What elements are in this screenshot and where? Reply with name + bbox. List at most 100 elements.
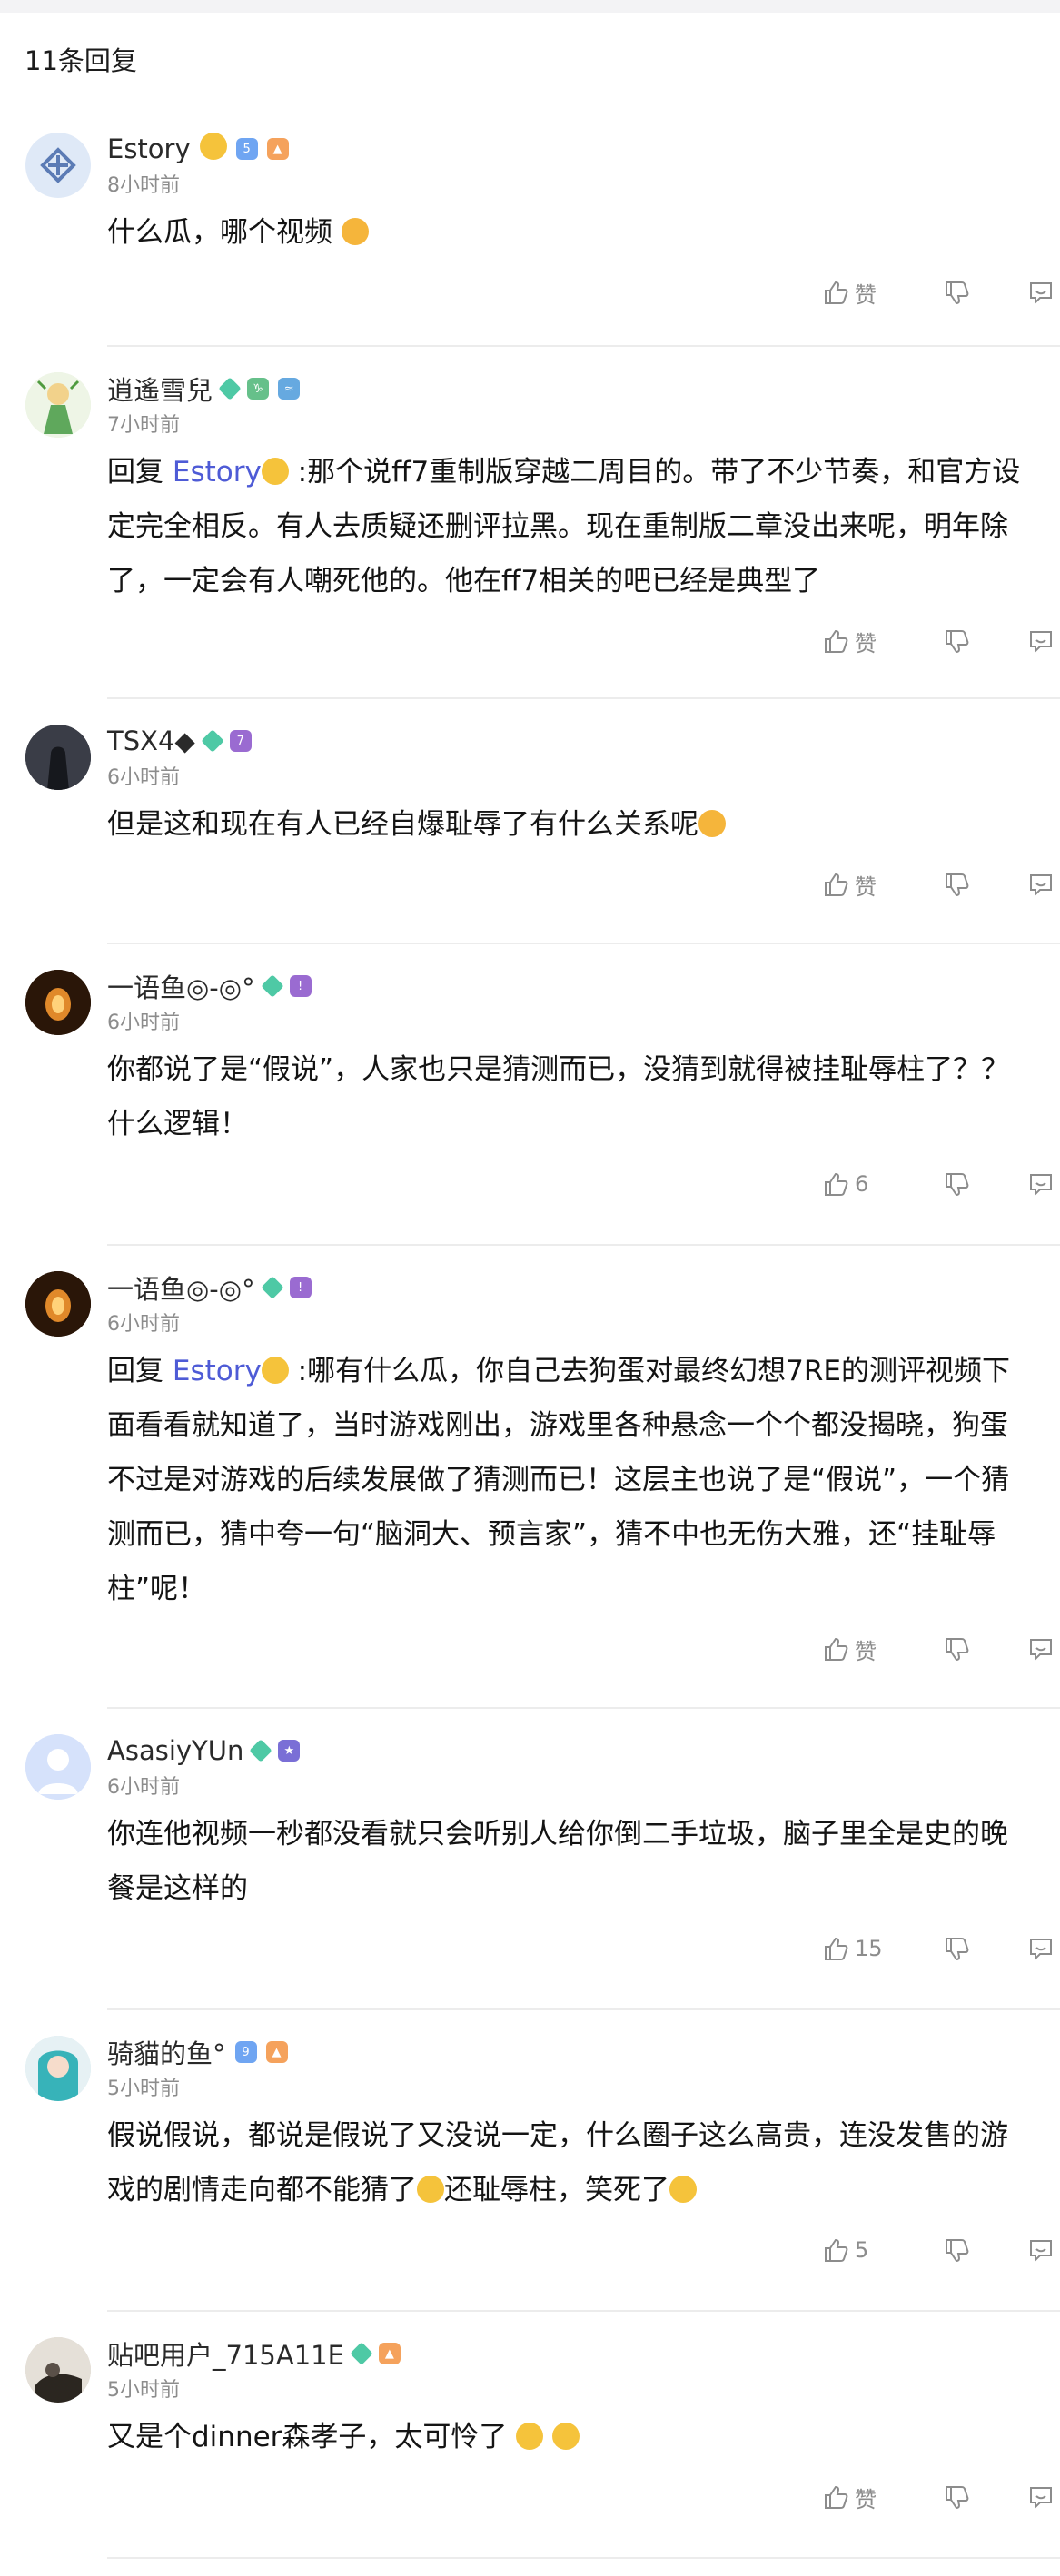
dislike-button[interactable] (913, 279, 1000, 306)
post-time: 6小时前 (107, 1313, 180, 1336)
laughing-emoji-icon (669, 2175, 697, 2203)
username[interactable]: AsasiyYUn (107, 1735, 243, 1766)
like-count: 5 (855, 2237, 869, 2263)
comment-bubble-icon (1030, 282, 1052, 305)
dislike-button[interactable] (913, 2236, 1000, 2264)
comment-text: 你连他视频一秒都没看就只会听别人给你倒二手垃圾，脑子里全是史的晚餐是这样的 (107, 1818, 1008, 1905)
username[interactable]: 贴吧用户_715A11E (107, 2334, 344, 2373)
like-count: 15 (855, 1936, 883, 1961)
like-button[interactable]: 15 (822, 1935, 913, 1962)
mention-link[interactable]: Estory (173, 456, 262, 489)
like-button[interactable]: 赞 (822, 2482, 913, 2513)
comment-actions: 赞 (107, 1616, 1060, 1682)
hexagon-badge-icon: 7 (229, 730, 252, 752)
comment-actions: 6 (107, 1151, 1060, 1217)
username[interactable]: 骑貓的鱼° (107, 2033, 226, 2071)
comment-item: 骑貓的鱼° 9 ▲ 5小时前 假说假说，都说是假说了又没说一定，什么圈子这么高贵… (25, 2010, 1060, 2312)
avatar[interactable] (25, 1734, 91, 1800)
post-time: 7小时前 (107, 414, 180, 437)
like-button[interactable]: 赞 (822, 626, 913, 657)
logo-avatar-icon (40, 147, 76, 183)
like-count: 赞 (855, 2486, 877, 2512)
thumbs-up-icon (825, 873, 848, 896)
like-button[interactable]: 赞 (822, 869, 913, 901)
post-time: 6小时前 (107, 1776, 180, 1799)
game-badge-icon: ▲ (266, 138, 289, 160)
thumbs-up-icon (825, 1172, 848, 1196)
reply-button[interactable] (1000, 871, 1060, 898)
dislike-button[interactable] (913, 2483, 1000, 2511)
reply-button[interactable] (1000, 2483, 1060, 2511)
thumbs-up-icon (825, 1637, 848, 1661)
diamond-badge-icon (350, 2342, 373, 2365)
default-user-avatar-icon (25, 1734, 91, 1800)
dislike-button[interactable] (913, 1935, 1000, 1962)
avatar[interactable] (25, 725, 91, 790)
smirk-emoji-icon (417, 2175, 444, 2203)
thumbs-down-icon (946, 281, 969, 305)
diamond-badge-icon (201, 729, 224, 753)
like-count: 赞 (855, 873, 877, 900)
dislike-button[interactable] (913, 1635, 1000, 1663)
level-badge-icon: 9 (234, 2041, 257, 2063)
reply-button[interactable] (1000, 627, 1060, 655)
anime-girl-avatar-icon (25, 2036, 91, 2101)
avatar[interactable] (25, 2036, 91, 2101)
thumbs-up-icon (825, 2238, 848, 2262)
post-time: 6小时前 (107, 1012, 180, 1034)
avatar[interactable] (25, 133, 91, 198)
dislike-button[interactable] (913, 627, 1000, 655)
like-button[interactable]: 赞 (822, 1633, 913, 1665)
anime-character-avatar-icon (25, 372, 91, 438)
comment-item: 一语鱼◎-◎° ! 6小时前 你都说了是“假说”，人家也只是猜测而已，没猜到就得… (25, 944, 1060, 1246)
reply-button[interactable] (1000, 279, 1060, 306)
comment-actions: 赞 (107, 260, 1060, 325)
avatar[interactable] (25, 2337, 91, 2403)
reply-button[interactable] (1000, 2236, 1060, 2264)
thumbs-up-icon (825, 1937, 848, 1960)
diamond-badge-icon (260, 974, 284, 998)
like-button[interactable]: 赞 (822, 277, 913, 309)
username[interactable]: 一语鱼◎-◎° (107, 1268, 255, 1307)
username[interactable]: Estory (107, 133, 191, 164)
sad-emoji-icon (552, 2422, 580, 2450)
username[interactable]: TSX4◆ (107, 725, 195, 756)
star-badge-icon: ★ (278, 1740, 301, 1762)
username[interactable]: 一语鱼◎-◎° (107, 967, 255, 1005)
post-time: 5小时前 (107, 2078, 180, 2100)
comment-text: 什么瓜，哪个视频 (107, 205, 1060, 260)
like-button[interactable]: 6 (822, 1170, 913, 1198)
comment-bubble-icon (1030, 1939, 1052, 1961)
mention-link[interactable]: Estory (173, 1355, 262, 1387)
zodiac-capricorn-icon: ♑ (247, 378, 270, 400)
thumbs-down-icon (946, 1173, 969, 1197)
comment-actions: 15 (107, 1916, 1060, 1981)
username[interactable]: 逍遙雪兒 (107, 370, 213, 408)
lantern-avatar-icon (25, 970, 91, 1035)
avatar[interactable] (25, 970, 91, 1035)
level-badge-icon: 5 (235, 138, 258, 160)
like-button[interactable]: 5 (822, 2236, 913, 2264)
comment-bubble-icon (1030, 1639, 1052, 1662)
dislike-button[interactable] (913, 871, 1000, 898)
reply-button[interactable] (1000, 1935, 1060, 1962)
diamond-badge-icon (218, 377, 242, 400)
avatar[interactable] (25, 372, 91, 438)
avatar[interactable] (25, 1271, 91, 1337)
reply-button[interactable] (1000, 1635, 1060, 1663)
hexagon-badge-icon: ! (289, 1277, 312, 1298)
reply-count-title: 11条回复 (25, 45, 137, 76)
comment-text: 回复 Estory :哪有什么瓜，你自己去狗蛋对最终幻想7RE的测评视频下面看看… (107, 1355, 1010, 1605)
post-time: 5小时前 (107, 2379, 180, 2402)
reply-button[interactable] (1000, 1170, 1060, 1198)
like-count: 赞 (855, 1638, 877, 1664)
diamond-badge-icon (249, 1739, 273, 1762)
comment-item: TSX4◆ 7 6小时前 但是这和现在有人已经自爆耻辱了有什么关系呢 赞 (25, 699, 1060, 944)
lantern-avatar-icon (25, 1271, 91, 1337)
comment-bubble-icon (1030, 2487, 1052, 2510)
comment-actions: 赞 (107, 852, 1060, 917)
thumbs-down-icon (946, 2239, 969, 2263)
dislike-button[interactable] (913, 1170, 1000, 1198)
sketch-avatar-icon (25, 2337, 91, 2403)
comment-text: 假说假说，都说是假说了又没说一定，什么圈子这么高贵，连没发售的游戏的剧情走向都不… (107, 2119, 1008, 2206)
